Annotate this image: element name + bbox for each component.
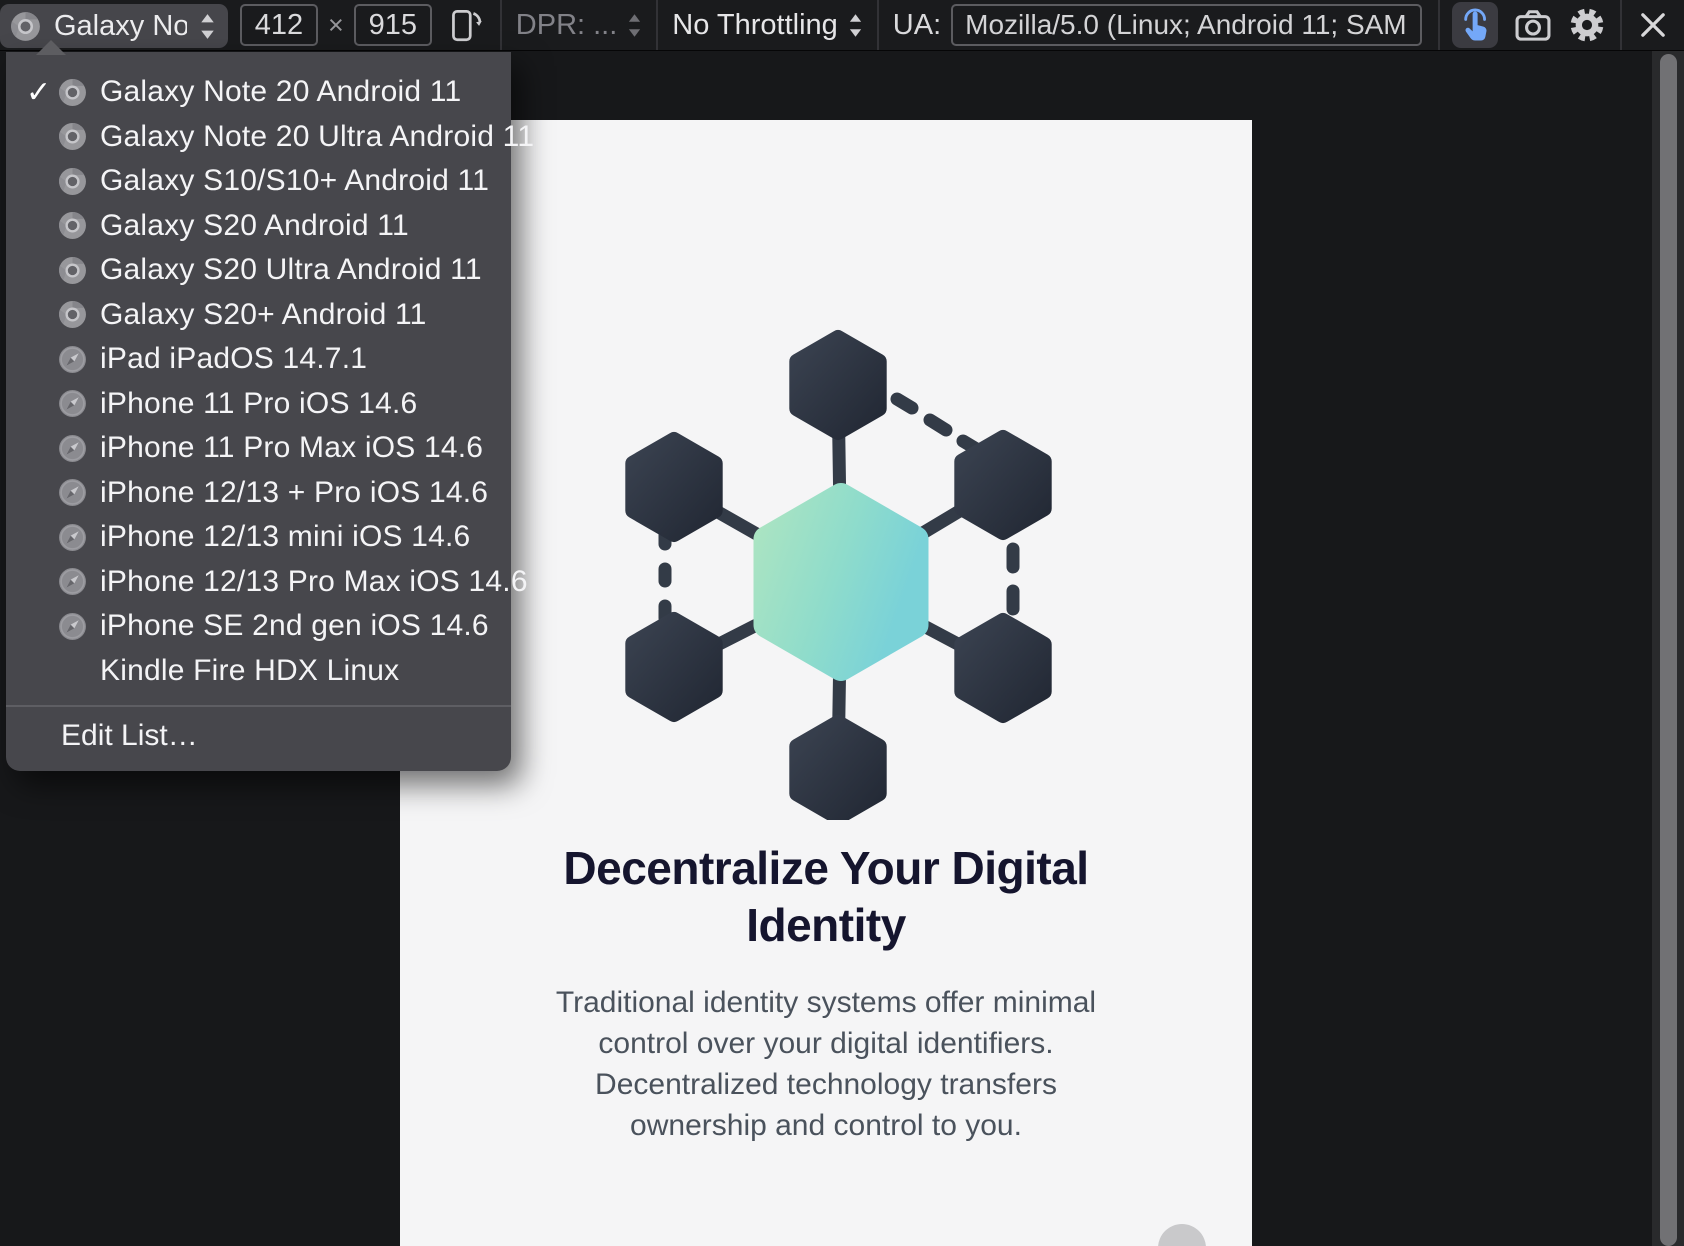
- touch-emulation-button[interactable]: [1452, 2, 1498, 48]
- dpr-select[interactable]: DPR: ...: [516, 9, 643, 42]
- device-menu-item[interactable]: iPhone 12/13 + Pro iOS 14.6: [6, 471, 511, 516]
- scrollbar-track[interactable]: [1652, 50, 1684, 1246]
- safari-icon: [58, 345, 100, 374]
- close-device-mode-button[interactable]: [1630, 2, 1676, 48]
- device-toolbar: Galaxy Note... × DPR: ... No Throttling …: [0, 0, 1684, 51]
- screenshot-button[interactable]: [1510, 2, 1556, 48]
- paragraph-line: ownership and control to you.: [516, 1105, 1136, 1146]
- paragraph-line: Traditional identity systems offer minim…: [516, 982, 1136, 1023]
- safari-icon: [58, 478, 100, 507]
- paragraph-line: Decentralized technology transfers: [516, 1064, 1136, 1105]
- paragraph-line: control over your digital identifiers.: [516, 1023, 1136, 1064]
- close-icon: [1638, 10, 1668, 40]
- device-menu-items: ✓ Galaxy Note 20 Android 11 Galaxy Note 20…: [6, 70, 511, 693]
- dpr-label: DPR: ...: [516, 9, 618, 42]
- toolbar-divider: [877, 0, 879, 50]
- updown-arrows-icon: [848, 12, 863, 39]
- device-menu-item[interactable]: iPhone 11 Pro iOS 14.6: [6, 382, 511, 427]
- device-dropdown-menu: ✓ Galaxy Note 20 Android 11 Galaxy Note 20…: [6, 52, 511, 771]
- device-menu-item-label: Galaxy Note 20 Ultra Android 11: [100, 120, 534, 154]
- edit-list-item[interactable]: Edit List…: [6, 707, 511, 765]
- chrome-icon: [58, 167, 100, 196]
- safari-icon: [58, 567, 100, 596]
- device-menu-item-label: iPad iPadOS 14.7.1: [100, 342, 367, 376]
- chrome-icon: [10, 11, 42, 42]
- chrome-icon: [58, 211, 100, 240]
- device-menu-item[interactable]: Kindle Fire HDX Linux: [6, 649, 511, 694]
- updown-arrows-icon: [199, 12, 216, 41]
- camera-icon: [1513, 7, 1553, 43]
- chrome-icon: [58, 256, 100, 285]
- intro-paragraph: Traditional identity systems offer minim…: [516, 982, 1136, 1146]
- device-menu-item-label: iPhone SE 2nd gen iOS 14.6: [100, 609, 489, 643]
- chrome-icon: [58, 78, 100, 107]
- throttling-select[interactable]: No Throttling: [672, 9, 863, 42]
- checkmark-icon: ✓: [6, 75, 58, 110]
- emulated-device-viewport: Decentralize Your Digital Identity Tradi…: [400, 120, 1252, 1246]
- device-menu-item-label: Galaxy S20 Android 11: [100, 209, 409, 243]
- device-menu-item[interactable]: Galaxy S20+ Android 11: [6, 293, 511, 338]
- touch-icon: [1459, 7, 1491, 43]
- safari-icon: [58, 389, 100, 418]
- device-menu-item[interactable]: Galaxy S10/S10+ Android 11: [6, 159, 511, 204]
- device-select-label: Galaxy Note...: [54, 10, 187, 43]
- safari-icon: [58, 612, 100, 641]
- device-menu-item-label: Galaxy S20+ Android 11: [100, 298, 427, 332]
- device-menu-item[interactable]: Galaxy S20 Ultra Android 11: [6, 248, 511, 293]
- toolbar-divider: [1620, 0, 1622, 50]
- device-menu-item[interactable]: iPhone 12/13 Pro Max iOS 14.6: [6, 560, 511, 605]
- device-menu-item[interactable]: iPhone 11 Pro Max iOS 14.6: [6, 426, 511, 471]
- chrome-icon: [58, 122, 100, 151]
- device-menu-item[interactable]: Galaxy Note 20 Ultra Android 11: [6, 115, 511, 160]
- ua-label: UA:: [893, 9, 941, 42]
- hexagon-network-illustration: [400, 120, 1252, 820]
- safari-icon: [58, 523, 100, 552]
- device-menu-item[interactable]: ✓ Galaxy Note 20 Android 11: [6, 70, 511, 115]
- settings-button[interactable]: [1564, 2, 1610, 48]
- device-menu-item-label: Galaxy S10/S10+ Android 11: [100, 164, 489, 198]
- safari-icon: [58, 434, 100, 463]
- updown-arrows-icon: [627, 12, 642, 39]
- page-title: Decentralize Your Digital Identity: [516, 840, 1136, 954]
- device-menu-item[interactable]: iPhone 12/13 mini iOS 14.6: [6, 515, 511, 560]
- dimension-separator: ×: [328, 10, 344, 41]
- device-menu-item-label: iPhone 12/13 + Pro iOS 14.6: [100, 476, 488, 510]
- device-menu-item-label: Galaxy S20 Ultra Android 11: [100, 253, 482, 287]
- throttling-label: No Throttling: [672, 9, 838, 42]
- toolbar-divider: [656, 0, 658, 50]
- device-menu-item[interactable]: Galaxy S20 Android 11: [6, 204, 511, 249]
- dropdown-arrow-notch: [36, 40, 66, 55]
- device-menu-item-label: iPhone 11 Pro Max iOS 14.6: [100, 431, 483, 465]
- rotate-viewport-button[interactable]: [442, 2, 488, 48]
- scrollbar-thumb[interactable]: [1660, 54, 1677, 1246]
- device-menu-item-label: iPhone 11 Pro iOS 14.6: [100, 387, 417, 421]
- device-menu-item-label: Galaxy Note 20 Android 11: [100, 75, 461, 109]
- device-menu-item[interactable]: iPhone SE 2nd gen iOS 14.6: [6, 604, 511, 649]
- device-menu-item[interactable]: iPad iPadOS 14.7.1: [6, 337, 511, 382]
- user-agent-input[interactable]: [951, 4, 1422, 46]
- device-menu-item-label: iPhone 12/13 Pro Max iOS 14.6: [100, 565, 528, 599]
- next-section-illustration-peek: [1158, 1224, 1206, 1246]
- device-menu-item-label: Kindle Fire HDX Linux: [100, 654, 399, 688]
- edit-list-label: Edit List…: [61, 719, 198, 753]
- toolbar-divider: [1438, 0, 1440, 50]
- chrome-icon: [58, 300, 100, 329]
- device-select-button[interactable]: Galaxy Note...: [0, 4, 228, 48]
- viewport-width-input[interactable]: [240, 4, 318, 46]
- gear-icon: [1567, 5, 1607, 45]
- toolbar-divider: [500, 0, 502, 50]
- viewport-height-input[interactable]: [354, 4, 432, 46]
- device-menu-item-label: iPhone 12/13 mini iOS 14.6: [100, 520, 470, 554]
